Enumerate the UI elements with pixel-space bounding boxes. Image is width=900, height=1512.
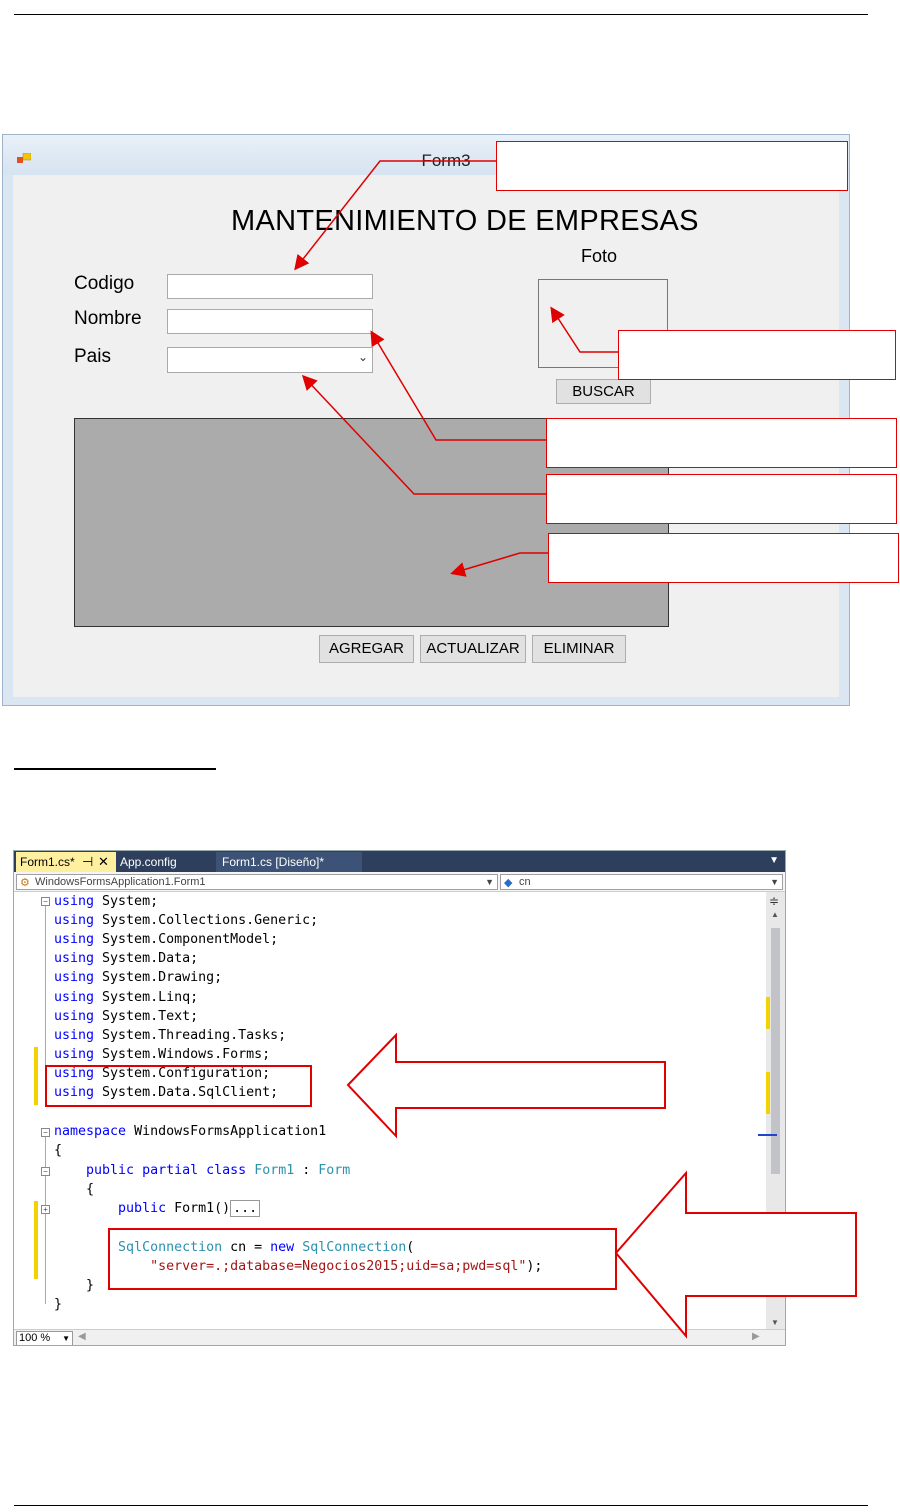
big-arrow-right bbox=[614, 1170, 857, 1339]
footer-rule bbox=[14, 1505, 868, 1506]
big-arrow-left bbox=[346, 1032, 666, 1139]
pointer-arrows bbox=[346, 1032, 857, 1339]
